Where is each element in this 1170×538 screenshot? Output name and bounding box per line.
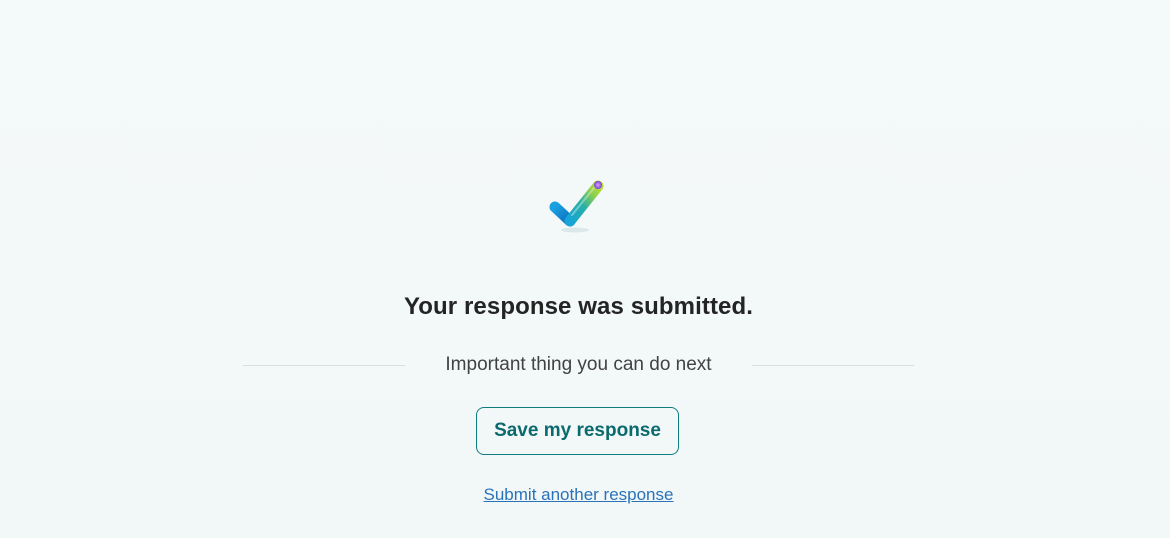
submit-another-container: Submit another response <box>0 485 1157 505</box>
submit-another-link[interactable]: Submit another response <box>484 485 674 504</box>
page-title: Your response was submitted. <box>403 293 754 320</box>
checkmark-icon <box>549 180 604 233</box>
divider-line-left <box>243 364 405 366</box>
save-response-button[interactable]: Save my response <box>476 407 679 455</box>
confirmation-page: Your response was submitted. Important t… <box>0 0 1170 538</box>
next-steps-label: Important thing you can do next <box>445 354 712 375</box>
next-steps-divider: Important thing you can do next <box>243 351 914 379</box>
divider-line-right <box>752 364 914 366</box>
